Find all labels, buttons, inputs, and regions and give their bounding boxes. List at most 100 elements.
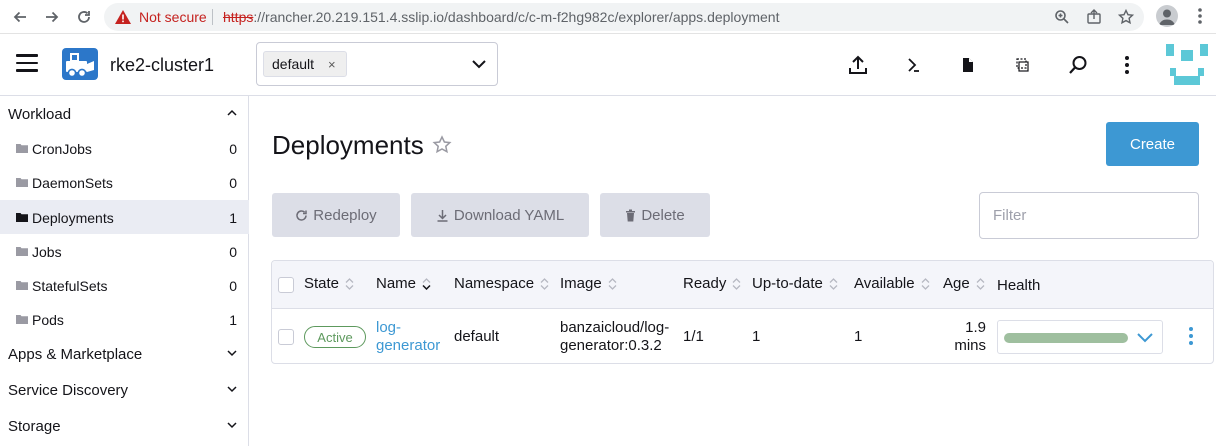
back-arrow-icon[interactable] (8, 5, 32, 29)
copy-kubeconfig-icon[interactable] (1012, 54, 1034, 76)
sort-icon (345, 277, 354, 290)
column-header-label: Age (943, 275, 970, 292)
column-header-label: Available (854, 275, 915, 292)
sidebar-group-storage[interactable]: Storage (0, 409, 249, 443)
column-header-health: Health (997, 277, 1040, 294)
folder-icon (16, 144, 28, 153)
url-text[interactable]: https://rancher.20.219.151.4.sslip.io/da… (223, 9, 779, 25)
browser-menu-icon[interactable] (1190, 5, 1210, 27)
sidebar-item-label: Jobs (32, 244, 62, 260)
health-progress-bar (1004, 333, 1128, 343)
remove-namespace-icon[interactable]: × (328, 57, 336, 72)
folder-icon (16, 247, 28, 256)
page-title: Deployments (272, 130, 424, 160)
ready-cell: 1/1 (683, 328, 704, 345)
column-header-namespace[interactable]: Namespace (454, 275, 549, 292)
url-scheme: https (223, 9, 254, 25)
filter-input[interactable]: Filter (979, 192, 1199, 239)
column-header-label: Ready (683, 275, 727, 292)
sidebar-item-label: DaemonSets (32, 175, 113, 191)
cluster-logo-icon (62, 48, 98, 80)
age-line2: mins (954, 337, 986, 354)
age-cell: 1.9 mins (936, 319, 986, 355)
redeploy-button[interactable]: Redeploy (272, 193, 400, 237)
chevron-down-icon (227, 422, 237, 429)
delete-label: Delete (641, 206, 685, 224)
sort-icon (829, 277, 838, 290)
share-icon[interactable] (1084, 7, 1104, 27)
column-header-up-to-date[interactable]: Up-to-date (752, 275, 838, 292)
column-header-name[interactable]: Name (376, 275, 431, 292)
column-header-label: Up-to-date (752, 275, 823, 292)
sidebar-item-jobs[interactable]: Jobs 0 (0, 234, 249, 268)
sidebar-item-cronjobs[interactable]: CronJobs 0 (0, 131, 249, 165)
user-avatar[interactable] (1166, 44, 1208, 86)
sidebar-item-count: 0 (229, 175, 237, 191)
cluster-name[interactable]: rke2-cluster1 (110, 55, 214, 76)
hamburger-menu-icon[interactable] (16, 54, 38, 72)
sort-down-icon (422, 277, 431, 290)
column-header-label: Namespace (454, 275, 535, 292)
sidebar-item-label: CronJobs (32, 141, 92, 157)
column-header-age[interactable]: Age (943, 275, 985, 292)
row-actions-icon[interactable] (1184, 325, 1198, 347)
security-label[interactable]: Not secure (139, 9, 207, 25)
app-header: rke2-cluster1 default × (0, 34, 1216, 96)
more-options-icon[interactable] (1116, 54, 1138, 76)
sidebar-item-statefulsets[interactable]: StatefulSets 0 (0, 268, 249, 302)
deployment-name-link[interactable]: log- generator (376, 319, 440, 355)
sidebar-item-daemonsets[interactable]: DaemonSets 0 (0, 165, 249, 199)
download-kubeconfig-icon[interactable] (957, 54, 979, 76)
create-button[interactable]: Create (1106, 122, 1199, 166)
sidebar-item-label: Pods (32, 312, 64, 328)
deployment-name-line1: log- (376, 319, 402, 336)
zoom-icon[interactable] (1052, 7, 1072, 27)
search-icon[interactable] (1067, 54, 1089, 76)
divider (212, 9, 213, 25)
row-checkbox[interactable] (278, 329, 294, 345)
sidebar-item-label: Deployments (32, 210, 114, 226)
column-header-ready[interactable]: Ready (683, 275, 741, 292)
favorite-star-icon[interactable] (432, 135, 452, 155)
sidebar-group-label: Storage (8, 417, 61, 435)
chevron-down-icon (227, 386, 237, 393)
warning-icon (115, 10, 131, 24)
namespace-selector[interactable]: default × (256, 42, 498, 86)
column-header-label: Image (560, 275, 602, 292)
download-yaml-button[interactable]: Download YAML (411, 193, 589, 237)
sidebar-item-deployments[interactable]: Deployments 1 (0, 200, 249, 234)
column-header-label: State (304, 275, 340, 292)
forward-arrow-icon[interactable] (40, 5, 64, 29)
status-badge: Active (304, 326, 366, 348)
sidebar-item-count: 1 (229, 210, 237, 226)
folder-open-icon (16, 213, 28, 222)
column-header-available[interactable]: Available (854, 275, 930, 292)
select-all-checkbox[interactable] (278, 277, 294, 293)
delete-button[interactable]: Delete (600, 193, 710, 237)
deployment-name-line2: generator (376, 337, 441, 354)
column-header-image[interactable]: Image (560, 275, 617, 292)
profile-avatar-icon[interactable] (1156, 5, 1178, 27)
column-header-state[interactable]: State (304, 275, 354, 292)
namespace-tag-label: default (272, 56, 315, 72)
folder-icon (16, 315, 28, 324)
age-line1: 1.9 (965, 319, 986, 336)
address-bar[interactable]: Not secure https://rancher.20.219.151.4.… (104, 3, 1144, 31)
chevron-down-icon (227, 350, 237, 357)
sidebar-item-pods[interactable]: Pods 1 (0, 302, 249, 336)
column-header-label: Name (376, 275, 417, 292)
sidebar-group-service-discovery[interactable]: Service Discovery (0, 373, 249, 407)
trash-icon (626, 209, 636, 221)
sidebar-item-count: 1 (229, 312, 237, 328)
up-to-date-cell: 1 (752, 328, 761, 345)
reload-icon[interactable] (72, 5, 96, 29)
kubectl-shell-icon[interactable] (902, 54, 924, 76)
health-dropdown[interactable] (997, 320, 1163, 354)
sidebar-group-apps-marketplace[interactable]: Apps & Marketplace (0, 337, 249, 371)
sidebar-group-workload[interactable]: Workload (0, 97, 249, 131)
import-yaml-icon[interactable] (847, 54, 869, 76)
redeploy-label: Redeploy (313, 206, 377, 224)
chevron-down-icon[interactable] (471, 57, 487, 71)
bookmark-star-icon[interactable] (1116, 7, 1136, 27)
column-header-label: Health (997, 277, 1041, 294)
